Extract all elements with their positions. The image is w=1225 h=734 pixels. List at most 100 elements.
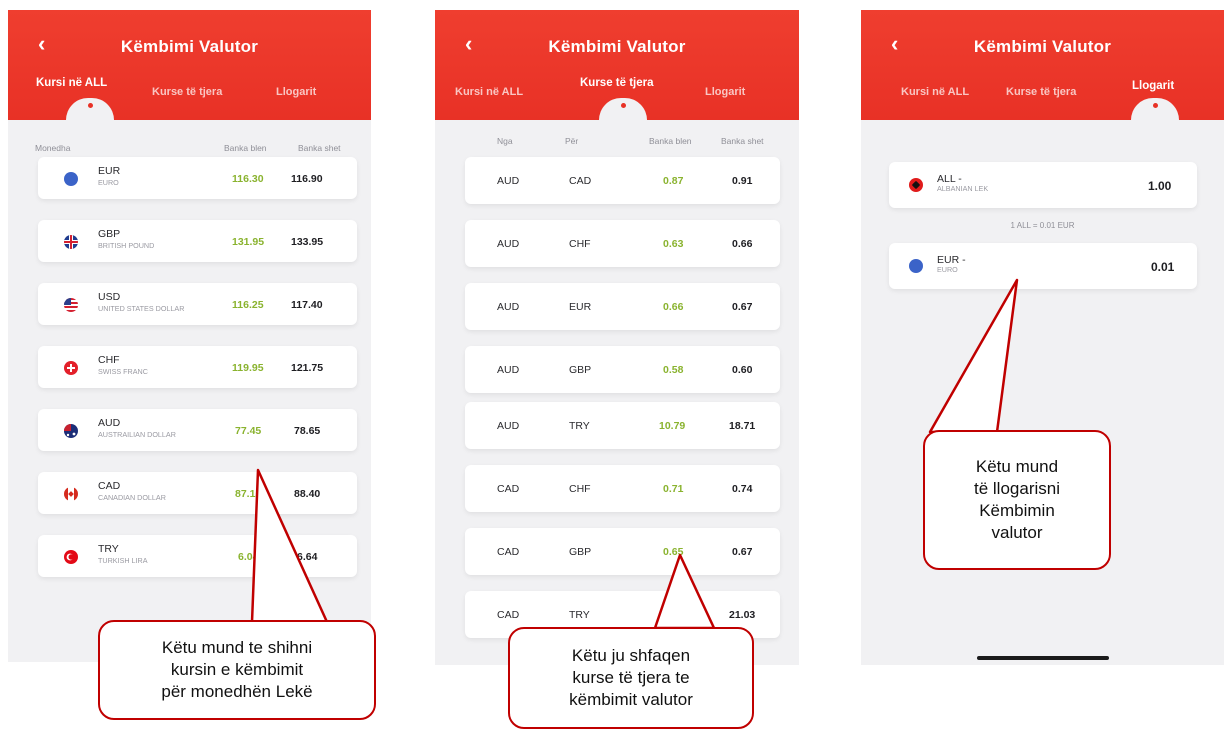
from-currency: AUD [497, 301, 520, 313]
rate-row[interactable]: CAD CANADIAN DOLLAR 87.15 88.40 [38, 472, 357, 514]
sell-rate: 0.66 [732, 238, 753, 250]
callout-line: Këmbimin [979, 501, 1055, 520]
tab-other-rates[interactable]: Kurse të tjera [1006, 86, 1076, 98]
swiss-flag-icon [64, 361, 78, 375]
australia-flag-shape [64, 424, 76, 437]
rate-row[interactable]: GBP BRITISH POUND 131.95 133.95 [38, 220, 357, 262]
sell-rate: 0.67 [732, 301, 753, 313]
pair-row[interactable]: CAD GBP 0.65 0.67 [465, 528, 780, 575]
currency-name: ALBANIAN LEK [937, 184, 989, 193]
crescent-shape [66, 553, 74, 561]
pair-row[interactable]: AUD CHF 0.63 0.66 [465, 220, 780, 267]
buy-rate: 131.95 [232, 236, 265, 248]
to-currency-field[interactable]: EUR - EURO 0.01 [889, 243, 1197, 289]
buy-rate: 77.45 [235, 425, 262, 437]
sell-rate: 133.95 [291, 236, 324, 248]
page-title: Këmbimi Valutor [120, 37, 259, 56]
column-header-to: Për [565, 136, 579, 146]
currency-code: GBP [98, 228, 121, 240]
to-currency: GBP [569, 546, 592, 558]
buy-rate: 87.15 [235, 488, 262, 500]
currency-code: AUD [98, 417, 121, 429]
dropdown-dash: - [962, 254, 966, 266]
callout-text: Këtu ju shfaqen kurse të tjera te këmbim… [569, 645, 693, 711]
active-tab-dot [88, 103, 93, 108]
currency-name: EURO [98, 178, 119, 187]
sell-rate: 21.03 [729, 609, 756, 621]
from-currency: CAD [497, 483, 520, 495]
maple-leaf-shape [68, 491, 74, 497]
uk-flag-icon [64, 235, 78, 249]
to-currency: CHF [569, 483, 591, 495]
currency-name: AUSTRAILIAN DOLLAR [98, 430, 176, 439]
buy-rate: 0.65 [663, 546, 684, 558]
tab-rates-in-all[interactable]: Kursi në ALL [455, 86, 523, 98]
pair-row[interactable]: AUD EUR 0.66 0.67 [465, 283, 780, 330]
sell-rate: 0.67 [732, 546, 753, 558]
pair-row[interactable]: AUD TRY 10.79 18.71 [465, 402, 780, 449]
currency-code: TRY [98, 543, 119, 555]
converted-amount: 0.01 [1151, 260, 1175, 274]
to-currency: TRY [569, 609, 590, 621]
sell-rate: 0.60 [732, 364, 753, 376]
currency-name: UNITED STATES DOLLAR [98, 304, 185, 313]
albania-flag-icon [909, 178, 923, 192]
callout-rates-in-all: Këtu mund te shihni kursin e këmbimit pë… [98, 620, 376, 720]
callout-line: valutor [991, 523, 1043, 542]
rate-row[interactable]: TRY TURKISH LIRA 6.04 6.64 [38, 535, 357, 577]
tab-rates-in-all[interactable]: Kursi në ALL [36, 77, 107, 89]
buy-rate: 116.30 [232, 173, 264, 185]
callout-line: kurse të tjera te [572, 668, 690, 687]
sell-rate: 0.74 [732, 483, 753, 495]
rate-row[interactable]: EUR EURO 116.30 116.90 [38, 157, 357, 199]
currency-code: USD [98, 291, 121, 303]
rate-row[interactable]: AUD AUSTRAILIAN DOLLAR 77.45 78.65 [38, 409, 357, 451]
buy-rate: 119.95 [232, 362, 264, 374]
buy-rate: 0.63 [663, 238, 684, 250]
from-currency-field[interactable]: ALL - ALBANIAN LEK 1.00 [889, 162, 1197, 208]
home-indicator [977, 656, 1109, 660]
sell-rate: 0.91 [732, 175, 753, 187]
tab-calculate[interactable]: Llogarit [1132, 80, 1174, 92]
column-header-bank-buys: Banka blen [649, 136, 692, 146]
sell-rate: 88.40 [294, 488, 321, 500]
callout-text: Këtu mund të llogarisni Këmbimin valutor [974, 456, 1060, 544]
sell-rate: 116.90 [291, 173, 323, 185]
rate-row[interactable]: CHF SWISS FRANC 119.95 121.75 [38, 346, 357, 388]
to-currency: EUR [569, 301, 592, 313]
buy-rate: 10.79 [659, 420, 686, 432]
pair-row[interactable]: AUD GBP 0.58 0.60 [465, 346, 780, 393]
conversion-rate-note: 1 ALL = 0.01 EUR [1010, 221, 1075, 230]
from-currency: CAD [497, 546, 520, 558]
currency-code: EUR [98, 165, 121, 177]
buy-rate: 0.71 [663, 483, 684, 495]
tab-calculate[interactable]: Llogarit [705, 86, 745, 98]
screen-other-rates: ‹ Këmbimi Valutor Kursi në ALL Kurse të … [435, 10, 799, 665]
callout-line: kursin e këmbimit [170, 660, 304, 679]
canada-flag-icon [64, 487, 78, 501]
callout-line: Këtu mund te shihni [161, 638, 313, 657]
column-header-bank-sells: Banka shet [721, 136, 764, 146]
us-flag-icon [64, 298, 78, 312]
page-title: Këmbimi Valutor [973, 37, 1112, 56]
pair-row[interactable]: CAD CHF 0.71 0.74 [465, 465, 780, 512]
tab-calculate[interactable]: Llogarit [276, 86, 316, 98]
callout-line: Këtu ju shfaqen [571, 646, 691, 665]
amount-input[interactable]: 1.00 [1148, 179, 1171, 193]
content-panel [8, 120, 371, 662]
currency-name: EURO [937, 265, 958, 274]
tab-other-rates[interactable]: Kurse të tjera [152, 86, 222, 98]
rate-row[interactable]: USD UNITED STATES DOLLAR 116.25 117.40 [38, 283, 357, 325]
turkey-flag-icon [64, 550, 78, 564]
tab-other-rates[interactable]: Kurse të tjera [580, 77, 654, 89]
tutorial-stage: ‹ Këmbimi Valutor Kursi në ALL Kurse të … [0, 0, 1225, 734]
from-currency: CAD [497, 609, 520, 621]
sell-rate: 6.64 [297, 551, 318, 563]
eu-flag-icon [909, 259, 923, 273]
callout-other-rates: Këtu ju shfaqen kurse të tjera te këmbim… [508, 627, 754, 729]
tab-rates-in-all[interactable]: Kursi në ALL [901, 86, 969, 98]
pair-row[interactable]: AUD CAD 0.87 0.91 [465, 157, 780, 204]
column-header-bank-sells: Banka shet [298, 143, 341, 153]
buy-rate: 0.87 [663, 175, 684, 187]
column-header-currency: Monedha [35, 143, 71, 153]
